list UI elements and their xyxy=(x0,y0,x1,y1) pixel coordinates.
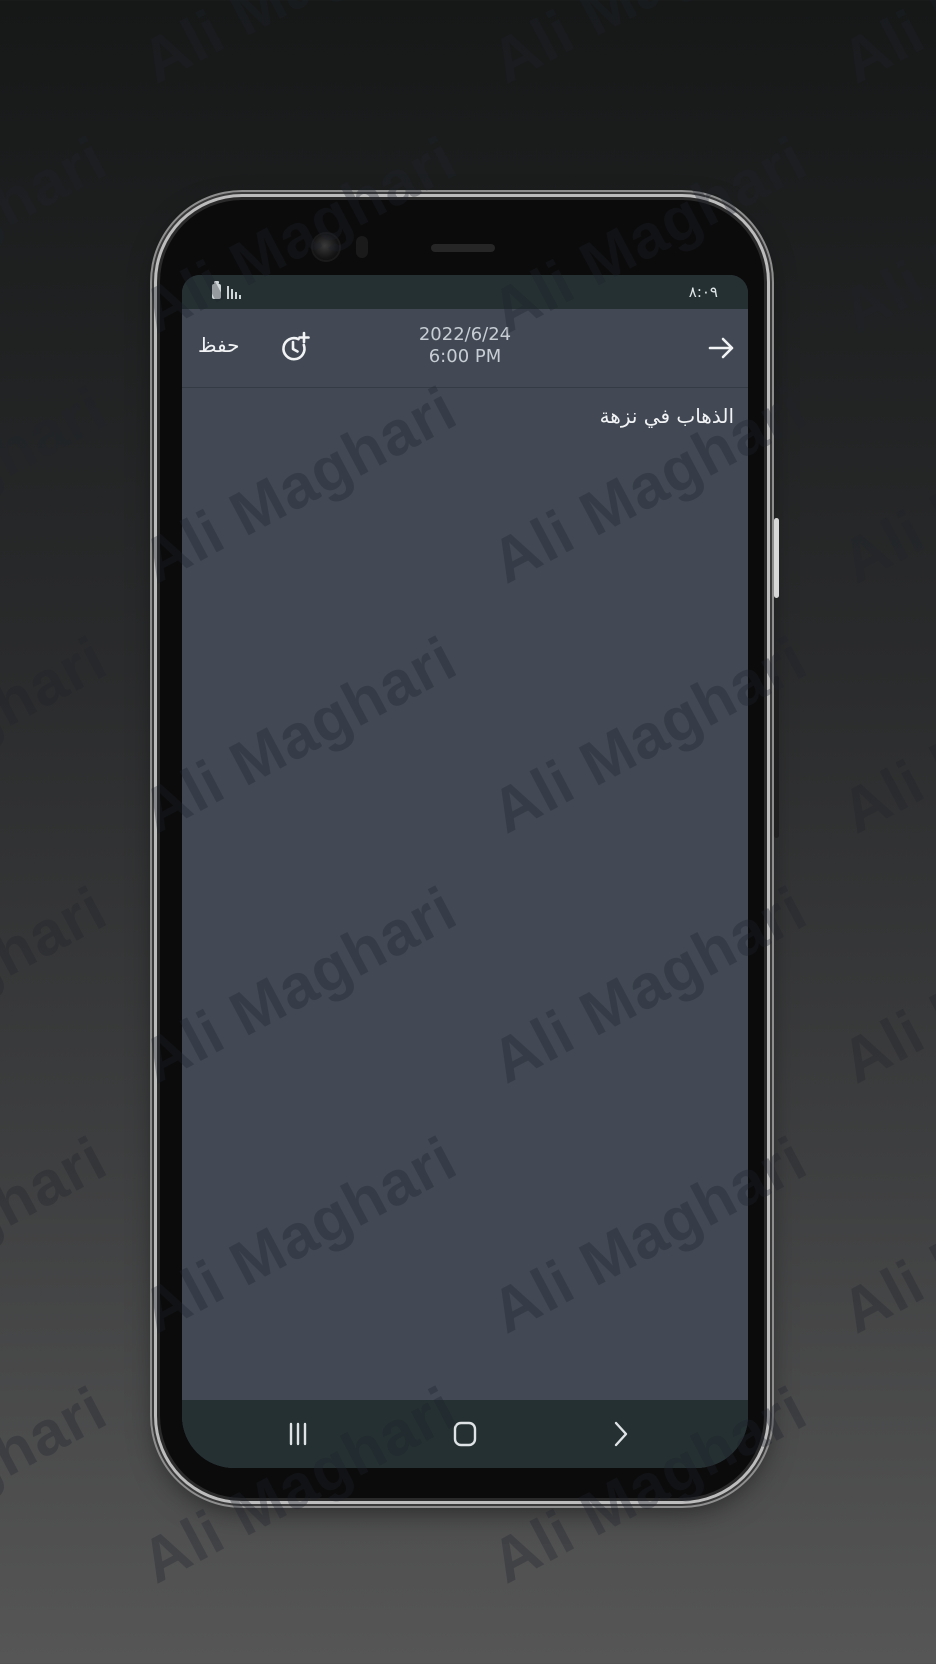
note-date: 2022/6/24 xyxy=(418,324,512,345)
watermark: Ali Maghari xyxy=(830,0,936,98)
watermark: Ali Maghari xyxy=(830,373,936,597)
battery-icon xyxy=(212,281,221,299)
watermark: Ali Maghari xyxy=(0,123,118,347)
navigation-bar xyxy=(182,1400,748,1468)
arrow-right-icon xyxy=(708,337,734,359)
back-chevron-icon xyxy=(614,1421,628,1447)
watermark: Ali Maghari xyxy=(830,1123,936,1347)
watermark: Ali Maghari xyxy=(0,1373,118,1597)
watermark: Ali Maghari xyxy=(0,873,118,1097)
front-camera xyxy=(313,234,339,260)
note-editor-header: حفظ 2022/6/24 6:00 PM xyxy=(182,309,748,388)
note-time: 6:00 PM xyxy=(428,346,502,367)
signal-icon xyxy=(227,284,241,299)
proximity-sensor xyxy=(356,236,368,258)
home-icon xyxy=(453,1421,477,1447)
back-button[interactable] xyxy=(706,333,736,363)
watermark: Ali Maghari xyxy=(830,123,936,347)
status-time: ٨:٠٩ xyxy=(688,283,718,301)
watermark: Ali Maghari xyxy=(830,623,936,847)
phone-frame: ٨:٠٩ حفظ 2022/6/24 6:00 PM الذهاب في نزه… xyxy=(160,200,779,1498)
power-button xyxy=(774,518,779,598)
nav-back-button[interactable] xyxy=(602,1418,638,1450)
recents-button[interactable] xyxy=(280,1418,316,1450)
status-icons xyxy=(212,281,241,299)
status-bar: ٨:٠٩ xyxy=(182,275,748,309)
note-editor[interactable]: الذهاب في نزهة xyxy=(182,388,748,1343)
watermark: Ali Maghari xyxy=(0,1123,118,1347)
recents-icon xyxy=(289,1422,307,1446)
watermark: Ali Maghari xyxy=(130,0,468,98)
phone-screen: ٨:٠٩ حفظ 2022/6/24 6:00 PM الذهاب في نزه… xyxy=(182,275,748,1468)
note-text[interactable]: الذهاب في نزهة xyxy=(600,404,734,428)
home-button[interactable] xyxy=(447,1418,483,1450)
volume-button xyxy=(774,676,779,838)
note-datetime: 2022/6/24 6:00 PM xyxy=(182,324,748,368)
watermark: Ali Maghari xyxy=(480,0,818,98)
watermark: Ali Maghari xyxy=(830,873,936,1097)
watermark: Ali Maghari xyxy=(0,623,118,847)
watermark: Ali Maghari xyxy=(0,373,118,597)
earpiece-speaker xyxy=(431,244,495,252)
